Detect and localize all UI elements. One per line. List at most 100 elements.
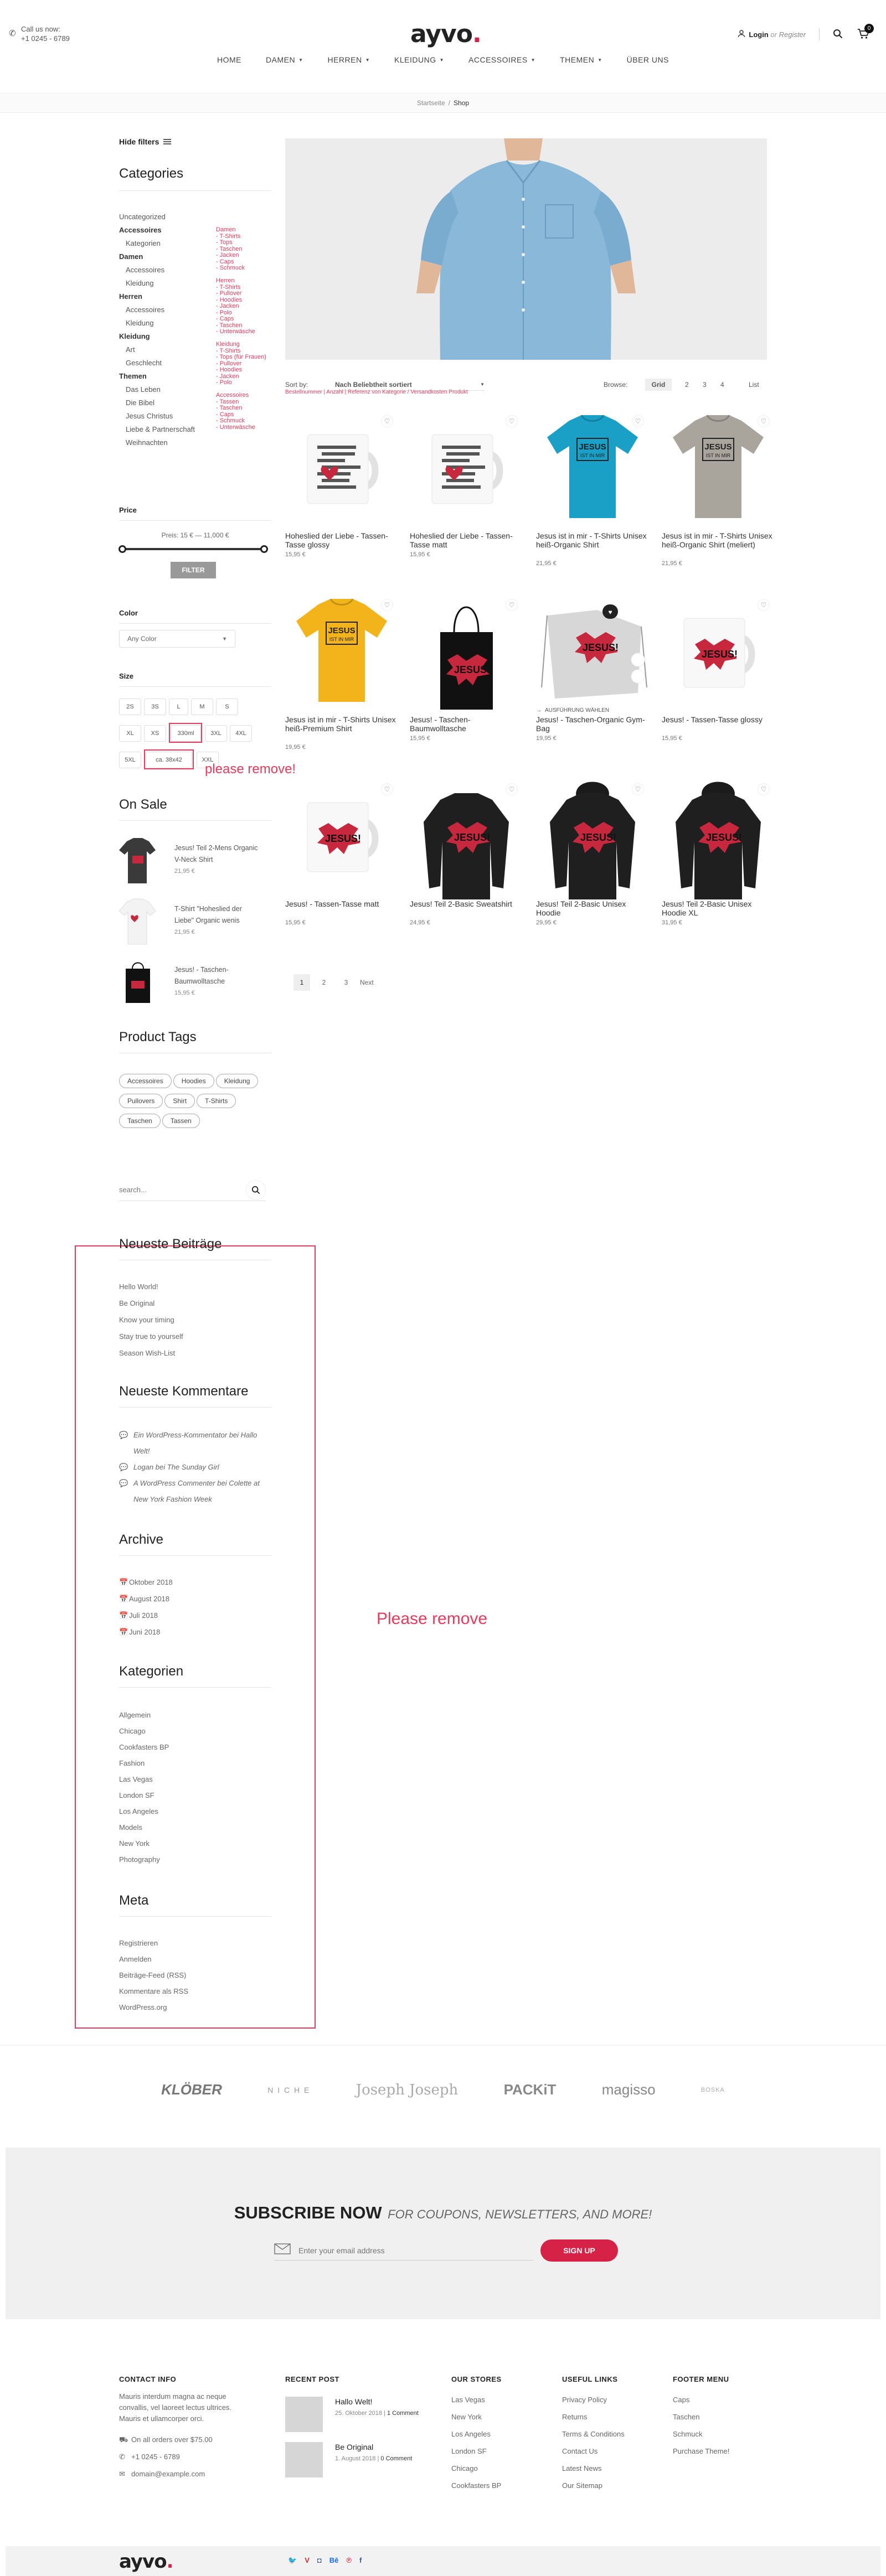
product-image[interactable]: JESUS! [285,778,399,899]
product-card[interactable]: JESUS IST IN MIR ♡ Jesus ist in mir - T-Shi… [285,593,399,754]
list-item[interactable]: Allgemein [119,1707,271,1723]
footer-email[interactable]: domain@example.com [131,2470,205,2478]
list-item[interactable]: London SF [119,1787,271,1803]
footer-link[interactable]: London SF [451,2443,545,2460]
product-tag[interactable]: Kleidung [215,1074,259,1088]
nav-item[interactable]: DAMEN ▼ [266,55,303,64]
recent-post-comments[interactable]: 0 Comment [380,2455,412,2462]
product-name[interactable]: Jesus ist in mir - T-Shirts Unisex heiß-… [662,531,775,549]
list-item[interactable]: Models [119,1819,271,1835]
size-chip[interactable]: S [216,699,238,715]
phone-number[interactable]: +1 0245 - 6789 [21,34,132,43]
cart-icon[interactable]: 0 [857,23,874,41]
comment-author[interactable]: Ein WordPress-Kommentator [133,1431,227,1439]
onsale-name[interactable]: Jesus! - Taschen-Baumwolltasche [174,964,263,987]
size-chip[interactable]: 3S [144,699,166,715]
list-item[interactable]: Photography [119,1851,271,1868]
sidebar-search-input[interactable] [119,1186,230,1194]
footer-recent-post[interactable]: Hallo Welt! 25. Oktober 2018 | 1 Comment [285,2391,435,2437]
product-tag[interactable]: Pullovers [119,1094,163,1108]
size-chip[interactable]: XL [119,725,141,742]
product-card[interactable]: JESUS! ♡ Jesus! Teil 2-Basic Unisex Hoodie… [536,778,650,938]
nav-item[interactable]: KLEIDUNG ▼ [394,55,444,64]
footer-logo[interactable]: ayvo. [119,2551,174,2573]
category-link[interactable]: Weihnachten [119,436,271,449]
list-view-button[interactable]: List [749,381,759,389]
wishlist-heart-icon[interactable]: ♡ [506,783,518,795]
brand-logo[interactable]: Joseph Joseph [356,2082,459,2098]
signup-button[interactable]: SIGN UP [540,2239,618,2262]
product-card[interactable]: ♡ Hoheslied der Liebe - Tassen-Tasse glos… [285,410,399,570]
toolbar-page-3[interactable]: 3 [703,381,707,389]
brand-logo[interactable]: KLÖBER [161,2081,222,2098]
product-card[interactable]: JESUS IST IN MIR ♡ Jesus ist in mir - T-Shi… [536,410,650,570]
select-options-link[interactable]: → AUSFÜHRUNG WÄHLEN [536,704,650,716]
nav-item[interactable]: ACCESSOIRES ▼ [468,55,535,64]
list-item[interactable]: Registrieren [119,1935,271,1951]
product-image[interactable]: JESUS IST IN MIR [285,593,399,715]
product-name[interactable]: Hoheslied der Liebe - Tassen-Tasse matt [410,531,523,549]
login-link[interactable]: Login [749,30,768,39]
wishlist-heart-icon[interactable]: ♡ [758,599,770,611]
footer-link[interactable]: Chicago [451,2460,545,2477]
list-item[interactable]: Beiträge-Feed (RSS) [119,1967,271,1983]
product-name[interactable]: Jesus! - Taschen-Organic Gym-Bag [536,715,650,733]
filter-button[interactable]: FILTER [171,562,216,578]
footer-link[interactable]: Our Sitemap [562,2477,656,2494]
product-card[interactable]: JESUS! ♡ Jesus! Teil 2-Basic Unisex Hoodie… [662,778,775,938]
product-image[interactable]: JESUS! ♥ [536,593,650,715]
hide-filters-toggle[interactable]: Hide filters [119,137,271,146]
product-name[interactable]: Jesus ist in mir - T-Shirts Unisex heiß-… [536,531,650,549]
instagram-icon[interactable]: ◘ [317,2556,322,2565]
footer-link[interactable]: Purchase Theme! [673,2443,767,2460]
product-name[interactable]: Jesus! Teil 2-Basic Unisex Hoodie XL [662,899,775,917]
wishlist-heart-icon[interactable]: ♡ [632,783,644,795]
color-select[interactable]: Any Color ▼ [119,630,235,648]
footer-link[interactable]: New York [451,2408,545,2425]
twitter-icon[interactable]: 🐦 [288,2556,297,2565]
footer-link[interactable]: Las Vegas [451,2391,545,2408]
list-item[interactable]: 📅 August 2018 [119,1591,271,1607]
product-card[interactable]: ♡ Hoheslied der Liebe - Tassen-Tasse matt… [410,410,523,570]
footer-link[interactable]: Cookfasters BP [451,2477,545,2494]
footer-phone[interactable]: +1 0245 - 6789 [131,2453,180,2461]
toolbar-page-4[interactable]: 4 [720,381,724,389]
product-image[interactable]: JESUS! [410,593,523,715]
pinterest-icon[interactable]: ℗ [346,2556,352,2565]
footer-link[interactable]: Los Angeles [451,2425,545,2443]
wishlist-heart-icon[interactable]: ♡ [758,415,770,427]
size-chip[interactable]: L [169,699,188,715]
wishlist-heart-icon[interactable]: ♡ [758,783,770,795]
behance-icon[interactable]: Bē [329,2556,339,2565]
search-icon[interactable] [833,29,843,40]
brand-logo[interactable]: N I C H E [267,2086,310,2094]
product-card[interactable]: JESUS! ♥ Jesus! - Taschen-Organic Gym-Bag 1… [536,593,650,754]
onsale-name[interactable]: Jesus! Teil 2-Mens Organic V-Neck Shirt [174,842,263,866]
list-item[interactable]: Stay true to yourself [119,1328,271,1345]
wishlist-heart-icon[interactable]: ♡ [506,415,518,427]
onsale-item[interactable]: Jesus! Teil 2-Mens Organic V-Neck Shirt 2… [119,836,271,886]
product-image[interactable]: JESUS! [662,593,775,715]
footer-link[interactable]: Caps [673,2391,767,2408]
wishlist-heart-icon[interactable]: ♡ [381,415,393,427]
recent-post-title[interactable]: Be Original [335,2439,373,2456]
size-chip[interactable]: 2S [119,699,141,715]
onsale-thumb[interactable] [119,836,157,886]
list-item[interactable]: Know your timing [119,1312,271,1328]
next-page-link[interactable]: Next [360,979,374,986]
footer-link[interactable]: Schmuck [673,2425,767,2443]
list-item[interactable]: Cookfasters BP [119,1739,271,1755]
list-item[interactable]: Hello World! [119,1279,271,1295]
list-item[interactable]: Los Angeles [119,1803,271,1819]
wishlist-heart-icon[interactable]: ♡ [632,415,644,427]
product-card[interactable]: JESUS! ♡ Jesus! - Taschen-Baumwolltasche 15… [410,593,523,754]
product-name[interactable]: Jesus! - Taschen-Baumwolltasche [410,715,523,733]
recent-post-thumb[interactable] [285,2442,323,2477]
page-2[interactable]: 2 [316,979,332,986]
nav-item[interactable]: HOME [217,55,241,64]
list-item[interactable]: WordPress.org [119,1999,271,2015]
page-3[interactable]: 3 [338,979,354,986]
facebook-icon[interactable]: f [359,2556,362,2565]
size-chip[interactable]: XS [144,725,166,742]
nav-item[interactable]: HERREN ▼ [327,55,370,64]
